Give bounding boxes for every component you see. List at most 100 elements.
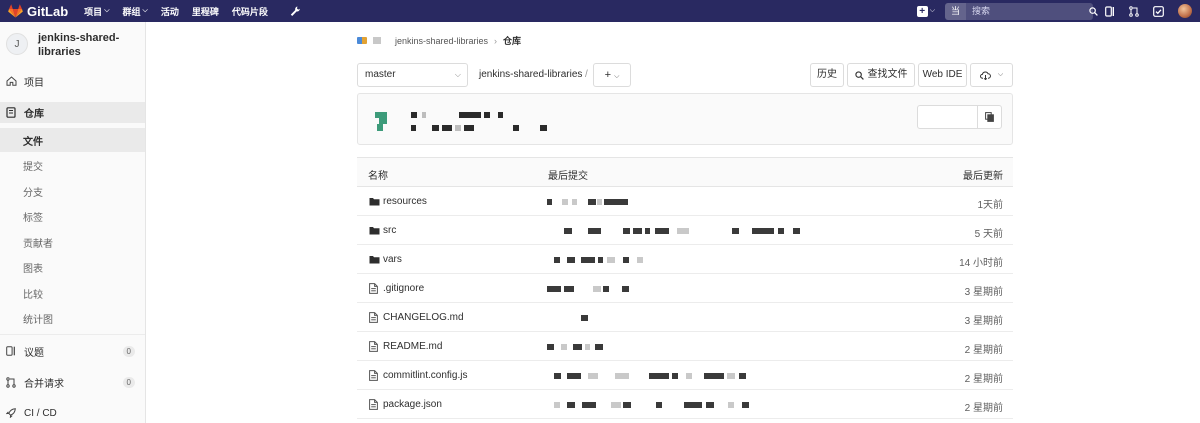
folder-icon [369, 254, 381, 265]
brand-name: GitLab [27, 3, 69, 19]
group-name-redacted[interactable] [373, 37, 381, 44]
table-row[interactable]: CHANGELOG.md 3 星期前 [357, 303, 1013, 332]
last-commit-message[interactable] [547, 187, 847, 216]
last-commit-message[interactable] [547, 390, 847, 419]
chevron-down-icon: ⌵ [104, 7, 110, 14]
table-row[interactable]: commitlint.config.js 2 星期前 [357, 361, 1013, 390]
commit-message-redacted [684, 402, 702, 408]
table-row[interactable]: resources 1天前 [357, 187, 1013, 216]
commit-message-redacted [572, 199, 577, 205]
commit-message-redacted [622, 286, 629, 292]
table-row[interactable]: vars 14 小时前 [357, 245, 1013, 274]
sidebar-item-project[interactable]: 项目 [0, 71, 145, 91]
commit-message-redacted [588, 199, 596, 205]
last-update-time: 2 星期前 [964, 345, 1003, 356]
sidebar-item-issues[interactable]: 议题 0 [0, 341, 145, 361]
sidebar-item-repository[interactable]: 仓库 [0, 102, 145, 123]
commit-meta-redacted [455, 125, 461, 131]
branch-selector[interactable]: master ⌵ [357, 63, 468, 87]
sidebar-divider [0, 334, 145, 335]
history-button[interactable]: 历史 [810, 63, 844, 87]
issues-count-badge: 0 [122, 345, 135, 357]
copy-sha-button[interactable] [977, 106, 1001, 128]
file-icon [369, 312, 381, 323]
sidebar-project-header[interactable]: J jenkins-shared-libraries [0, 22, 145, 66]
user-avatar[interactable] [1178, 4, 1192, 18]
last-commit-message[interactable] [547, 216, 847, 245]
commit-message-redacted [778, 228, 784, 234]
table-row[interactable]: .gitignore 3 星期前 [357, 274, 1013, 303]
repo-path-root[interactable]: jenkins-shared-libraries [479, 63, 582, 87]
admin-wrench-icon[interactable] [290, 6, 300, 17]
commit-message-redacted [567, 402, 575, 408]
file-name[interactable]: resources [383, 196, 427, 207]
sidebar-item-charts[interactable]: 统计图 [0, 306, 145, 330]
commit-title-redacted [459, 112, 481, 118]
table-row[interactable]: src 5 天前 [357, 216, 1013, 245]
search-icon[interactable] [1089, 6, 1098, 16]
sidebar-item-commits[interactable]: 提交 [0, 153, 145, 177]
gitlab-logo[interactable]: GitLab [8, 4, 68, 19]
file-name[interactable]: CHANGELOG.md [383, 312, 464, 323]
last-commit-message[interactable] [547, 274, 847, 303]
file-name[interactable]: src [383, 225, 396, 236]
breadcrumb-project[interactable]: jenkins-shared-libraries [395, 36, 488, 46]
file-name[interactable]: package.json [383, 399, 442, 410]
search-box[interactable]: 当前项目 [945, 2, 1098, 67]
commit-message-redacted [573, 344, 582, 350]
sidebar-item-contributors[interactable]: 贡献者 [0, 230, 145, 254]
commit-title-redacted [498, 112, 503, 118]
merge-requests-icon[interactable] [1129, 5, 1139, 17]
last-commit-message[interactable] [547, 303, 847, 332]
sidebar-item-compare[interactable]: 比较 [0, 281, 145, 305]
issues-icon[interactable] [1105, 5, 1115, 17]
commit-message-redacted [672, 373, 678, 379]
last-update-time: 14 小时前 [959, 258, 1003, 269]
download-button[interactable]: ⌵ [970, 63, 1013, 87]
last-commit-message[interactable] [547, 245, 847, 274]
nav-projects[interactable]: 项目 ⌵ [84, 5, 109, 18]
commit-message-redacted [706, 402, 714, 408]
new-item-button[interactable]: + ⌵ [916, 5, 935, 17]
nav-activity[interactable]: 活动 [161, 5, 179, 18]
file-name[interactable]: commitlint.config.js [383, 370, 467, 381]
add-to-tree-button[interactable]: + ⌵ [593, 63, 631, 87]
last-commit-message[interactable] [547, 332, 847, 361]
web-ide-button[interactable]: Web IDE [918, 63, 967, 87]
commit-message-redacted [554, 373, 561, 379]
last-commit-message[interactable] [547, 361, 847, 390]
commit-message-redacted [727, 373, 735, 379]
sidebar-item-files[interactable]: 文件 [0, 128, 145, 152]
commit-message-redacted [595, 344, 603, 350]
file-name[interactable]: README.md [383, 341, 442, 352]
nav-milestones[interactable]: 里程碑 [192, 5, 219, 18]
file-name[interactable]: vars [383, 254, 402, 265]
commit-message-redacted [567, 373, 581, 379]
commit-author-avatar[interactable] [375, 112, 387, 132]
file-icon [369, 283, 381, 294]
nav-groups[interactable]: 群组 ⌵ [123, 5, 148, 18]
rocket-icon [6, 408, 20, 418]
sidebar-item-cicd[interactable]: CI / CD [0, 403, 145, 423]
commit-message-redacted [547, 286, 561, 292]
project-sidebar: J jenkins-shared-libraries 项目 仓库 文件 提交 分… [0, 22, 146, 423]
sidebar-item-branches[interactable]: 分支 [0, 179, 145, 203]
chevron-down-icon: ⌵ [614, 73, 620, 80]
last-update-time: 3 星期前 [964, 287, 1003, 298]
find-file-button[interactable]: 查找文件 [847, 63, 915, 87]
plus-icon: + [604, 69, 612, 81]
sidebar-item-merge-requests[interactable]: 合并请求 0 [0, 372, 145, 392]
file-name[interactable]: .gitignore [383, 283, 424, 294]
search-scope[interactable]: 当前项目 [945, 2, 967, 67]
last-update-time: 5 天前 [974, 229, 1003, 240]
commit-message-redacted [554, 402, 560, 408]
search-input[interactable] [966, 2, 1090, 20]
sidebar-item-graph[interactable]: 图表 [0, 255, 145, 279]
last-update-time: 1天前 [977, 200, 1003, 211]
commit-message-redacted [581, 257, 595, 263]
sidebar-item-tags[interactable]: 标签 [0, 204, 145, 228]
table-row[interactable]: README.md 2 星期前 [357, 332, 1013, 361]
table-row[interactable]: package.json 2 星期前 [357, 390, 1013, 419]
todos-icon[interactable] [1153, 5, 1164, 17]
nav-snippets[interactable]: 代码片段 [232, 5, 268, 18]
